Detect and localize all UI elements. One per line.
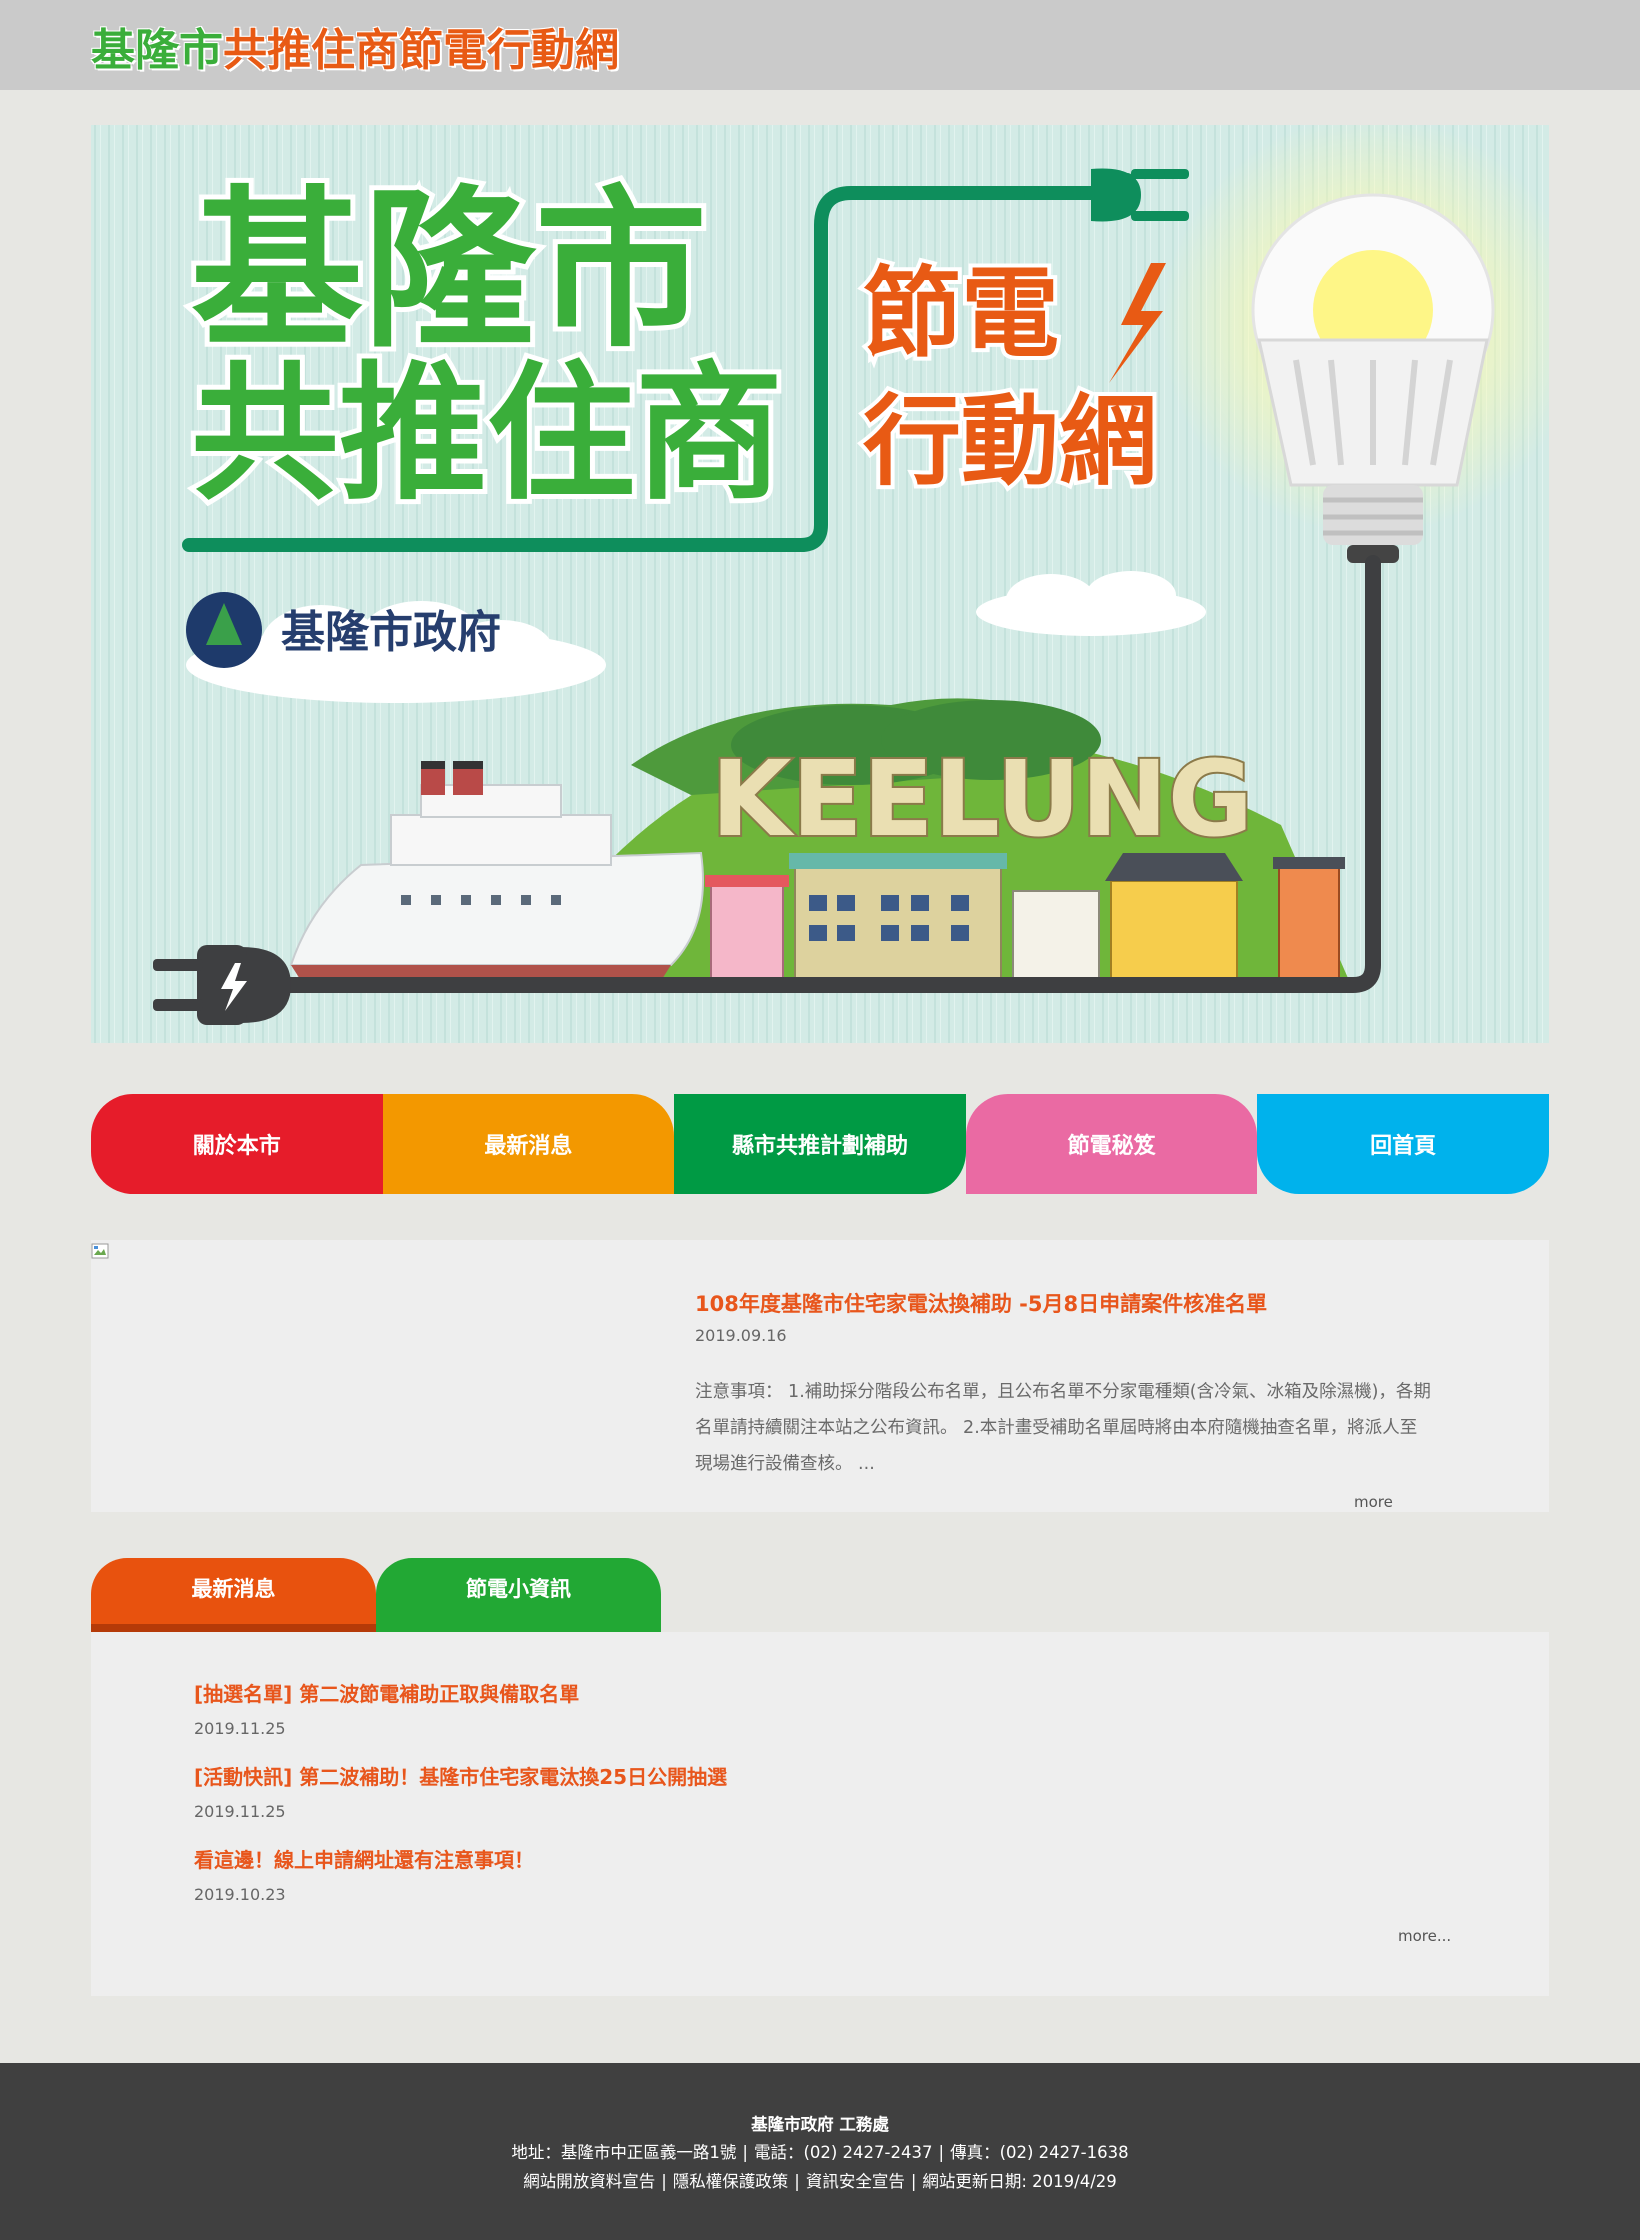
site-title[interactable]: 基隆市共推住商節電行動網	[91, 14, 619, 78]
news-date: 2019.11.25	[194, 1802, 286, 1821]
news-title-link[interactable]: [抽選名單] 第二波節電補助正取與備取名單	[194, 1678, 579, 1707]
nav-latest-news[interactable]: 最新消息	[382, 1094, 675, 1194]
nav-about-city[interactable]: 關於本市	[91, 1094, 383, 1194]
broken-image-icon	[91, 1243, 109, 1259]
list-item: [抽選名單] 第二波節電補助正取與備取名單 2019.11.25	[194, 1678, 579, 1738]
site-title-city: 基隆市	[91, 25, 223, 76]
list-item: 看這邊！線上申請網址還有注意事項！ 2019.10.23	[194, 1844, 534, 1904]
list-item: [活動快訊] 第二波補助！基隆市住宅家電汰換25日公開抽選 2019.11.25	[194, 1761, 727, 1821]
banner-headline-line2: 共推住商	[191, 348, 783, 520]
footer-separator: |	[661, 2172, 667, 2191]
featured-article: 108年度基隆市住宅家電汰換補助 -5月8日申請案件核准名單 2019.09.1…	[91, 1240, 1549, 1512]
banner-illustration: 基隆市 共推住商 節電 行動網 基隆市政府 KEELUNG	[91, 125, 1549, 1043]
news-tabs: 最新消息 節電小資訊	[91, 1558, 661, 1632]
footer-phone: 電話：(02) 2427-2437	[753, 2143, 933, 2162]
footer-security-link[interactable]: 資訊安全宣告	[806, 2172, 905, 2191]
footer-open-data-link[interactable]: 網站開放資料宣告	[523, 2172, 655, 2191]
featured-more-link[interactable]: more	[1354, 1493, 1393, 1511]
nav-saving-tips[interactable]: 節電秘笈	[965, 1094, 1258, 1194]
footer-separator: |	[794, 2172, 800, 2191]
footer-address: 地址：基隆市中正區義一路1號	[511, 2143, 737, 2162]
site-footer: 基隆市政府 工務處 地址：基隆市中正區義一路1號 | 電話：(02) 2427-24…	[0, 2063, 1640, 2240]
nav-home[interactable]: 回首頁	[1257, 1094, 1549, 1194]
footer-fax: 傳真：(02) 2427-1638	[950, 2143, 1129, 2162]
footer-contact: 地址：基隆市中正區義一路1號 | 電話：(02) 2427-2437 | 傳真：(02)…	[0, 2139, 1640, 2163]
footer-org: 基隆市政府 工務處	[751, 2115, 889, 2134]
top-header-bar: 基隆市共推住商節電行動網	[0, 0, 1640, 90]
main-nav: 關於本市 最新消息 縣市共推計劃補助 節電秘笈 回首頁	[91, 1094, 1549, 1194]
featured-excerpt-line: 注意事項： 1.補助採分階段公布名單，且公布名單不分家電種類(含冷氣、冰箱及除濕…	[695, 1382, 1431, 1402]
footer-updated-date: 網站更新日期: 2019/4/29	[922, 2172, 1117, 2191]
featured-title-link[interactable]: 108年度基隆市住宅家電汰換補助 -5月8日申請案件核准名單	[695, 1288, 1267, 1318]
hero-banner: 基隆市 共推住商 節電 行動網 基隆市政府 KEELUNG	[91, 125, 1549, 1043]
news-date: 2019.11.25	[194, 1719, 286, 1738]
nav-subsidy-plan[interactable]: 縣市共推計劃補助	[674, 1094, 966, 1194]
banner-tagline-line1: 節電	[863, 257, 1059, 371]
tab-latest-news[interactable]: 最新消息	[91, 1558, 376, 1632]
site-title-rest: 共推住商節電行動網	[223, 25, 619, 76]
banner-city-word: KEELUNG	[711, 738, 1253, 860]
news-panel: [抽選名單] 第二波節電補助正取與備取名單 2019.11.25 [活動快訊] …	[91, 1632, 1549, 1996]
footer-separator: |	[742, 2143, 748, 2162]
tab-saving-info[interactable]: 節電小資訊	[376, 1558, 661, 1632]
news-title-link[interactable]: [活動快訊] 第二波補助！基隆市住宅家電汰換25日公開抽選	[194, 1761, 727, 1790]
featured-excerpt-line: 現場進行設備查核。 ...	[695, 1454, 875, 1474]
news-date: 2019.10.23	[194, 1885, 286, 1904]
news-more-link[interactable]: more...	[1398, 1927, 1451, 1945]
featured-date: 2019.09.16	[695, 1326, 787, 1345]
footer-separator: |	[910, 2172, 917, 2191]
footer-privacy-link[interactable]: 隱私權保護政策	[673, 2172, 789, 2191]
banner-tagline-line2: 行動網	[863, 385, 1157, 499]
footer-links: 網站開放資料宣告 | 隱私權保護政策 | 資訊安全宣告 | 網站更新日期: 2019/4/2…	[0, 2168, 1640, 2192]
footer-separator: |	[938, 2143, 945, 2162]
banner-headline-line1: 基隆市	[191, 170, 707, 371]
banner-government-name: 基隆市政府	[281, 607, 501, 658]
featured-excerpt-line: 名單請持續關注本站之公布資訊。 2.本計畫受補助名單屆時將由本府隨機抽查名單，將…	[695, 1418, 1418, 1438]
news-title-link[interactable]: 看這邊！線上申請網址還有注意事項！	[194, 1844, 534, 1873]
featured-excerpt: 注意事項： 1.補助採分階段公布名單，且公布名單不分家電種類(含冷氣、冰箱及除濕…	[695, 1374, 1475, 1482]
